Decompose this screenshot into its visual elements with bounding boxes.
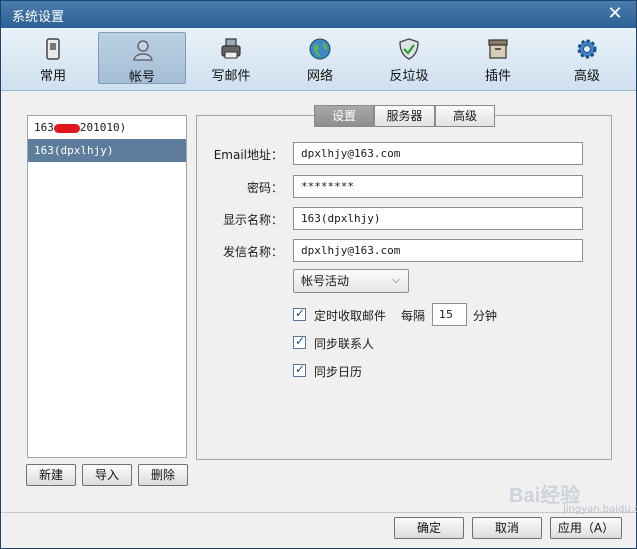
interval-unit-label: 分钟 bbox=[473, 309, 498, 323]
sender-name-field[interactable]: dpxlhjy@163.com bbox=[293, 239, 583, 262]
tab-advanced[interactable]: 高级 bbox=[435, 105, 495, 127]
sync-calendar-label: 同步日历 bbox=[314, 365, 363, 379]
category-toolbar: 常用 帐号 写邮件 网络 反垃圾 插件 高级 bbox=[1, 28, 636, 91]
tab-server[interactable]: 服务器 bbox=[374, 105, 435, 127]
toolbar-general-button[interactable]: 常用 bbox=[9, 32, 97, 84]
network-icon bbox=[309, 38, 331, 60]
settings-window: 系统设置 ✕ 常用 帐号 写邮件 网络 反垃圾 插件 高级 163 201010… bbox=[0, 0, 637, 549]
checkmark-icon: ✓ bbox=[295, 362, 306, 376]
auto-fetch-checkbox[interactable]: ✓ bbox=[293, 306, 306, 321]
cancel-button[interactable]: 取消 bbox=[472, 517, 542, 539]
toolbar-antispam-button[interactable]: 反垃圾 bbox=[365, 32, 453, 84]
account-item[interactable]: 163 201010) bbox=[28, 116, 186, 139]
chevron-down-icon: ⌵ bbox=[392, 275, 400, 286]
account-icon bbox=[133, 40, 153, 61]
antispam-shield-icon bbox=[399, 38, 419, 60]
watermark-url: jingyan.baidu.com bbox=[563, 504, 637, 515]
auto-fetch-label: 定时收取邮件 bbox=[314, 309, 387, 323]
interval-prefix-label: 每隔 bbox=[401, 309, 426, 323]
toolbar-label: 高级 bbox=[573, 69, 600, 84]
toolbar-compose-button[interactable]: 写邮件 bbox=[187, 32, 275, 84]
footer-divider bbox=[1, 512, 636, 513]
close-icon[interactable]: ✕ bbox=[606, 4, 624, 24]
toolbar-label: 常用 bbox=[39, 69, 66, 84]
toolbar-plugin-button[interactable]: 插件 bbox=[454, 32, 542, 84]
checkmark-icon: ✓ bbox=[295, 306, 306, 320]
password-label: 密码： bbox=[246, 181, 283, 195]
sync-contacts-label: 同步联系人 bbox=[314, 337, 375, 351]
display-name-label: 显示名称： bbox=[222, 213, 283, 227]
toolbar-label: 网络 bbox=[306, 69, 333, 84]
toolbar-label: 写邮件 bbox=[211, 69, 251, 84]
redaction-mark bbox=[53, 123, 80, 133]
account-prefix: 163 bbox=[34, 121, 54, 134]
toolbar-label: 插件 bbox=[484, 69, 511, 84]
new-account-button[interactable]: 新建 bbox=[26, 464, 76, 486]
account-suffix: 201010) bbox=[79, 121, 127, 134]
email-label: Email地址： bbox=[213, 148, 283, 162]
toolbar-account-button[interactable]: 帐号 bbox=[98, 32, 186, 85]
toolbar-network-button[interactable]: 网络 bbox=[276, 32, 364, 84]
plugin-box-icon bbox=[488, 39, 508, 59]
sync-calendar-checkbox[interactable]: ✓ bbox=[293, 362, 306, 377]
sync-contacts-checkbox[interactable]: ✓ bbox=[293, 334, 306, 349]
email-field[interactable]: dpxlhjy@163.com bbox=[293, 142, 583, 165]
window-title: 系统设置 bbox=[12, 10, 65, 25]
apply-button[interactable]: 应用（A） bbox=[550, 517, 622, 539]
compose-icon bbox=[221, 38, 241, 59]
import-account-button[interactable]: 导入 bbox=[82, 464, 132, 486]
account-item-selected[interactable]: 163(dpxlhjy) bbox=[28, 139, 186, 162]
tab-settings[interactable]: 设置 bbox=[314, 105, 374, 127]
title-bar: 系统设置 ✕ bbox=[1, 1, 636, 28]
checkmark-icon: ✓ bbox=[295, 334, 306, 348]
password-field[interactable]: ******** bbox=[293, 175, 583, 198]
toolbar-label: 帐号 bbox=[128, 70, 155, 85]
account-status-value: 帐号活动 bbox=[301, 274, 350, 288]
account-list[interactable]: 163 201010) 163(dpxlhjy) bbox=[27, 115, 187, 458]
toolbar-label: 反垃圾 bbox=[389, 69, 429, 84]
sender-name-label: 发信名称： bbox=[222, 245, 283, 259]
toolbar-advanced-button[interactable]: 高级 bbox=[543, 32, 631, 84]
display-name-field[interactable]: 163(dpxlhjy) bbox=[293, 207, 583, 230]
general-icon bbox=[46, 38, 60, 60]
advanced-gear-icon bbox=[577, 39, 597, 59]
ok-button[interactable]: 确定 bbox=[394, 517, 464, 539]
interval-minutes-input[interactable]: 15 bbox=[432, 303, 467, 326]
delete-account-button[interactable]: 删除 bbox=[138, 464, 188, 486]
account-status-select[interactable]: 帐号活动 ⌵ bbox=[293, 269, 409, 293]
